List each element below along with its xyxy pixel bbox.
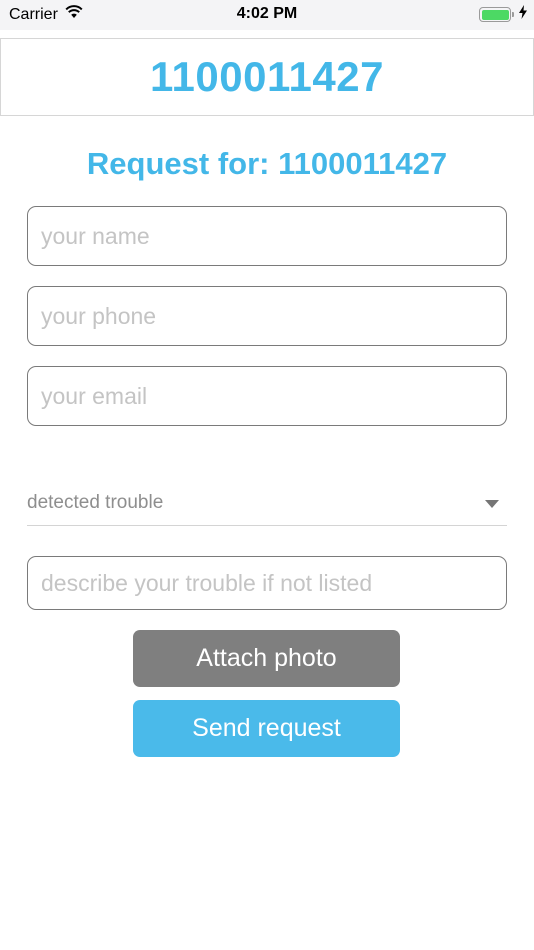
header-bar: 1100011427 [0,38,534,116]
header-title: 1100011427 [150,53,384,100]
phone-input[interactable] [27,286,507,346]
trouble-description-input[interactable] [27,556,507,610]
send-request-label: Send request [192,714,341,742]
name-input[interactable] [27,206,507,266]
email-input[interactable] [27,366,507,426]
status-right [479,5,527,24]
status-time: 4:02 PM [236,5,298,22]
attach-photo-button[interactable]: Attach photo [133,630,400,687]
trouble-dropdown-label: detected trouble [27,492,164,513]
request-title: Request for: 1100011427 [86,146,448,181]
send-request-button[interactable]: Send request [133,700,400,757]
trouble-dropdown[interactable]: detected trouble [27,482,507,526]
attach-photo-label: Attach photo [196,644,337,672]
caret-down-icon [485,500,499,508]
battery-fill [481,9,509,20]
charging-bolt-icon [519,5,527,24]
status-bar: Carrier 4:02 PM [0,0,534,30]
battery-icon [479,7,514,22]
